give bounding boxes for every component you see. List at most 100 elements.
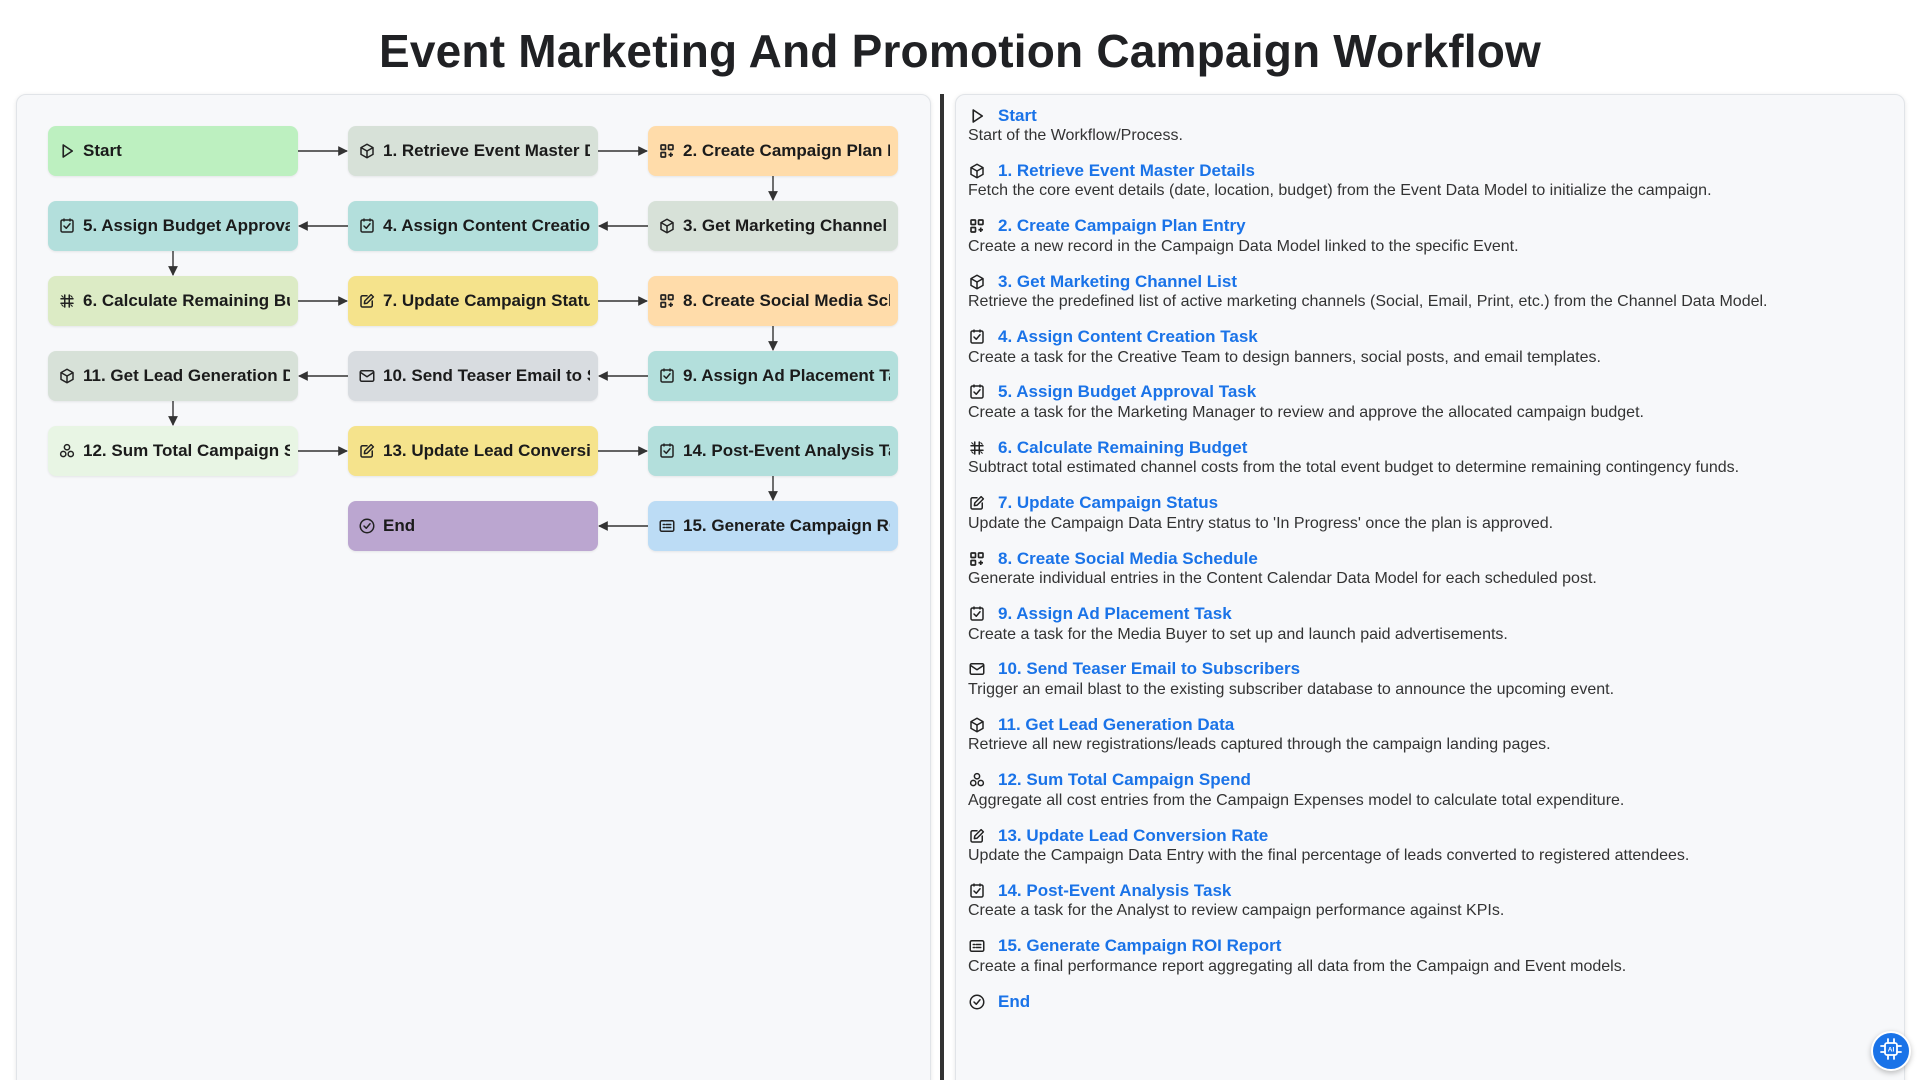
node-label: 3. Get Marketing Channel List <box>683 216 890 235</box>
step-item: 8. Create Social Media Schedule Generate … <box>968 548 1892 589</box>
step-description: Create a task for the Marketing Manager … <box>968 403 1644 421</box>
workflow-node-n4[interactable]: 4. Assign Content Creation Task <box>348 201 598 251</box>
workflow-node-n15[interactable]: 15. Generate Campaign ROI Report <box>648 501 898 551</box>
step-link[interactable]: 4. Assign Content Creation Task <box>968 327 1892 348</box>
step-title[interactable]: 1. Retrieve Event Master Details <box>998 161 1255 181</box>
cube-icon <box>658 217 676 235</box>
step-title[interactable]: 9. Assign Ad Placement Task <box>998 604 1232 624</box>
step-title[interactable]: End <box>998 992 1030 1012</box>
step-item: 14. Post-Event Analysis Task Create a tas… <box>968 880 1892 921</box>
check-circle-icon <box>968 993 986 1011</box>
edit-icon <box>358 442 376 460</box>
step-title[interactable]: 3. Get Marketing Channel List <box>998 272 1237 292</box>
check-circle-icon <box>358 517 376 535</box>
step-title[interactable]: 15. Generate Campaign ROI Report <box>998 936 1281 956</box>
ai-chip-icon: AI <box>1879 1037 1903 1066</box>
node-label: 5. Assign Budget Approval Task <box>83 216 290 235</box>
node-label: 14. Post-Event Analysis Task <box>683 441 890 460</box>
step-description: Create a final performance report aggreg… <box>968 957 1627 975</box>
checkbox-icon <box>968 383 986 401</box>
ai-assistant-button[interactable]: AI <box>1871 1031 1911 1071</box>
panel-splitter[interactable] <box>940 94 944 1080</box>
step-title[interactable]: 6. Calculate Remaining Budget <box>998 438 1247 458</box>
hash-icon <box>58 292 76 310</box>
step-title[interactable]: 8. Create Social Media Schedule <box>998 549 1258 569</box>
checkbox-icon <box>658 442 676 460</box>
node-label: 12. Sum Total Campaign Spend <box>83 441 290 460</box>
step-title[interactable]: 12. Sum Total Campaign Spend <box>998 770 1251 790</box>
step-description: Create a task for the Analyst to review … <box>968 902 1505 920</box>
step-link[interactable]: Start <box>968 105 1892 126</box>
step-link[interactable]: 14. Post-Event Analysis Task <box>968 880 1892 901</box>
step-link[interactable]: 2. Create Campaign Plan Entry <box>968 216 1892 237</box>
mail-icon <box>358 367 376 385</box>
report-icon <box>968 937 986 955</box>
step-description-panel: Start Start of the Workflow/Process. 1. Re… <box>955 94 1905 1080</box>
step-item: End <box>968 991 1892 1012</box>
step-title[interactable]: 11. Get Lead Generation Data <box>998 715 1234 735</box>
step-title[interactable]: 5. Assign Budget Approval Task <box>998 382 1256 402</box>
workflow-node-n1[interactable]: 1. Retrieve Event Master Details <box>348 126 598 176</box>
checkbox-icon <box>658 367 676 385</box>
workflow-node-n14[interactable]: 14. Post-Event Analysis Task <box>648 426 898 476</box>
cube-icon <box>968 716 986 734</box>
step-link[interactable]: 10. Send Teaser Email to Subscribers <box>968 659 1892 680</box>
step-title[interactable]: 13. Update Lead Conversion Rate <box>998 826 1268 846</box>
checkbox-icon <box>58 217 76 235</box>
step-link[interactable]: 3. Get Marketing Channel List <box>968 271 1892 292</box>
node-label: 7. Update Campaign Status <box>383 291 590 310</box>
step-title[interactable]: 14. Post-Event Analysis Task <box>998 881 1231 901</box>
step-description: Update the Campaign Data Entry with the … <box>968 847 1690 865</box>
step-link[interactable]: 5. Assign Budget Approval Task <box>968 382 1892 403</box>
workflow-node-n3[interactable]: 3. Get Marketing Channel List <box>648 201 898 251</box>
step-title[interactable]: 7. Update Campaign Status <box>998 493 1218 513</box>
workflow-node-n9[interactable]: 9. Assign Ad Placement Task <box>648 351 898 401</box>
workflow-node-n12[interactable]: 12. Sum Total Campaign Spend <box>48 426 298 476</box>
step-title[interactable]: 10. Send Teaser Email to Subscribers <box>998 659 1300 679</box>
cube-icon <box>58 367 76 385</box>
step-link[interactable]: 15. Generate Campaign ROI Report <box>968 936 1892 957</box>
edit-icon <box>968 494 986 512</box>
step-link[interactable]: 12. Sum Total Campaign Spend <box>968 770 1892 791</box>
step-link[interactable]: 11. Get Lead Generation Data <box>968 714 1892 735</box>
step-link[interactable]: 13. Update Lead Conversion Rate <box>968 825 1892 846</box>
cube-icon <box>968 273 986 291</box>
workflow-node-start[interactable]: Start <box>48 126 298 176</box>
step-link[interactable]: End <box>968 991 1892 1012</box>
workflow-diagram-panel: Start 1. Retrieve Event Master Details 2. … <box>16 94 931 1080</box>
step-link[interactable]: 6. Calculate Remaining Budget <box>968 437 1892 458</box>
workflow-node-n7[interactable]: 7. Update Campaign Status <box>348 276 598 326</box>
workflow-node-n8[interactable]: 8. Create Social Media Schedule <box>648 276 898 326</box>
step-item: 4. Assign Content Creation Task Create a … <box>968 327 1892 368</box>
cube-icon <box>968 162 986 180</box>
step-link[interactable]: 1. Retrieve Event Master Details <box>968 160 1892 181</box>
step-item: 9. Assign Ad Placement Task Create a task… <box>968 604 1892 645</box>
step-title[interactable]: 4. Assign Content Creation Task <box>998 327 1258 347</box>
step-item: 11. Get Lead Generation Data Retrieve all… <box>968 714 1892 755</box>
step-link[interactable]: 8. Create Social Media Schedule <box>968 548 1892 569</box>
node-label: 6. Calculate Remaining Budget <box>83 291 290 310</box>
node-label: 13. Update Lead Conversion Rate <box>383 441 590 460</box>
workflow-node-n11[interactable]: 11. Get Lead Generation Data <box>48 351 298 401</box>
checkbox-icon <box>968 328 986 346</box>
step-title[interactable]: 2. Create Campaign Plan Entry <box>998 216 1246 236</box>
step-link[interactable]: 9. Assign Ad Placement Task <box>968 604 1892 625</box>
step-item: 7. Update Campaign Status Update the Camp… <box>968 493 1892 534</box>
workflow-node-n2[interactable]: 2. Create Campaign Plan Entry <box>648 126 898 176</box>
workflow-node-end[interactable]: End <box>348 501 598 551</box>
node-label: 1. Retrieve Event Master Details <box>383 141 590 160</box>
page-title: Event Marketing And Promotion Campaign W… <box>378 25 1542 77</box>
step-item: 10. Send Teaser Email to Subscribers Trig… <box>968 659 1892 700</box>
mail-icon <box>968 660 986 678</box>
workflow-node-n5[interactable]: 5. Assign Budget Approval Task <box>48 201 298 251</box>
workflow-node-n6[interactable]: 6. Calculate Remaining Budget <box>48 276 298 326</box>
step-title[interactable]: Start <box>998 106 1037 126</box>
workflow-node-n10[interactable]: 10. Send Teaser Email to Subscribers <box>348 351 598 401</box>
node-label: 9. Assign Ad Placement Task <box>683 366 890 385</box>
workflow-node-n13[interactable]: 13. Update Lead Conversion Rate <box>348 426 598 476</box>
svg-text:AI: AI <box>1888 1046 1895 1053</box>
grid-plus-icon <box>658 292 676 310</box>
step-description: Update the Campaign Data Entry status to… <box>968 514 1554 532</box>
step-link[interactable]: 7. Update Campaign Status <box>968 493 1892 514</box>
step-item: 6. Calculate Remaining Budget Subtract to… <box>968 437 1892 478</box>
